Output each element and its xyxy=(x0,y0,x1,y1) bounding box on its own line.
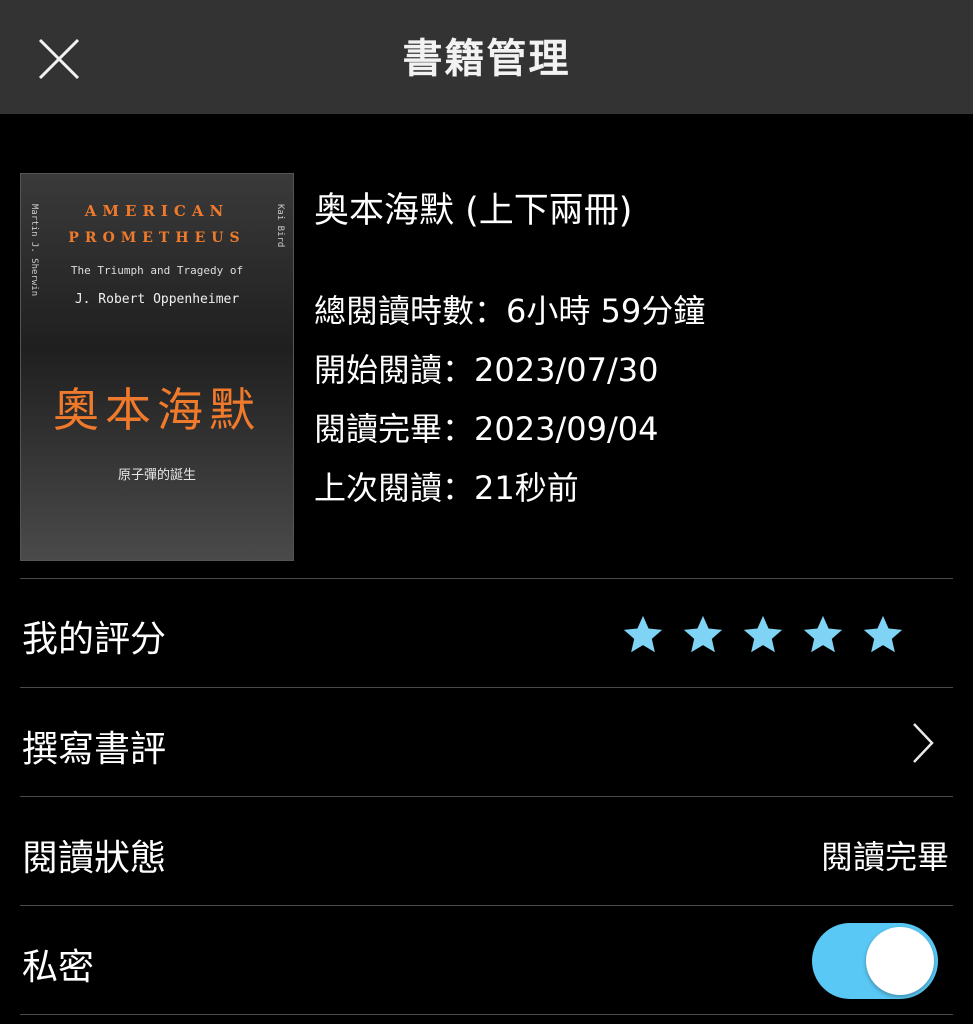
divider xyxy=(20,1014,953,1015)
header-bar: 書籍管理 xyxy=(0,0,973,114)
private-toggle[interactable] xyxy=(812,923,938,999)
page-title: 書籍管理 xyxy=(402,36,571,82)
star-rating[interactable] xyxy=(620,612,906,658)
cover-en-title-2: PROMETHEUS xyxy=(68,230,246,246)
reading-status-value[interactable]: 閱讀完畢 xyxy=(821,832,949,878)
start-reading-date: 開始閱讀：2023/07/30 xyxy=(314,351,659,389)
private-label: 私密 xyxy=(22,947,95,988)
star-icon[interactable] xyxy=(860,612,906,658)
total-reading-time: 總閱讀時數：6小時 59分鐘 xyxy=(314,292,706,330)
cover-zh-subtitle: 原子彈的誕生 xyxy=(117,468,196,483)
cover-en-name: J. Robert Oppenheimer xyxy=(74,292,240,307)
toggle-knob xyxy=(866,927,934,995)
cover-en-title-1: AMERICAN xyxy=(84,202,230,220)
divider xyxy=(20,578,953,579)
divider xyxy=(20,687,953,688)
cover-en-subtitle: The Triumph and Tragedy of xyxy=(70,264,244,277)
chevron-right-icon[interactable] xyxy=(908,720,938,766)
write-review-label[interactable]: 撰寫書評 xyxy=(22,720,166,772)
star-icon[interactable] xyxy=(620,612,666,658)
divider xyxy=(20,905,953,906)
finished-reading-date: 閱讀完畢：2023/09/04 xyxy=(314,410,659,448)
divider xyxy=(20,796,953,797)
book-cover: Martin J. Sherwin Kai Bird AMERICAN PROM… xyxy=(20,173,294,561)
star-icon[interactable] xyxy=(740,612,786,658)
reading-status-label: 閱讀狀態 xyxy=(22,838,167,879)
book-title: 奥本海默 (上下兩冊) xyxy=(314,191,633,231)
star-icon[interactable] xyxy=(800,612,846,658)
star-icon[interactable] xyxy=(680,612,726,658)
last-read-time: 上次閱讀：21秒前 xyxy=(314,469,579,507)
cover-zh-title: 奧本海默 xyxy=(53,383,261,437)
rating-label: 我的評分 xyxy=(22,619,167,660)
